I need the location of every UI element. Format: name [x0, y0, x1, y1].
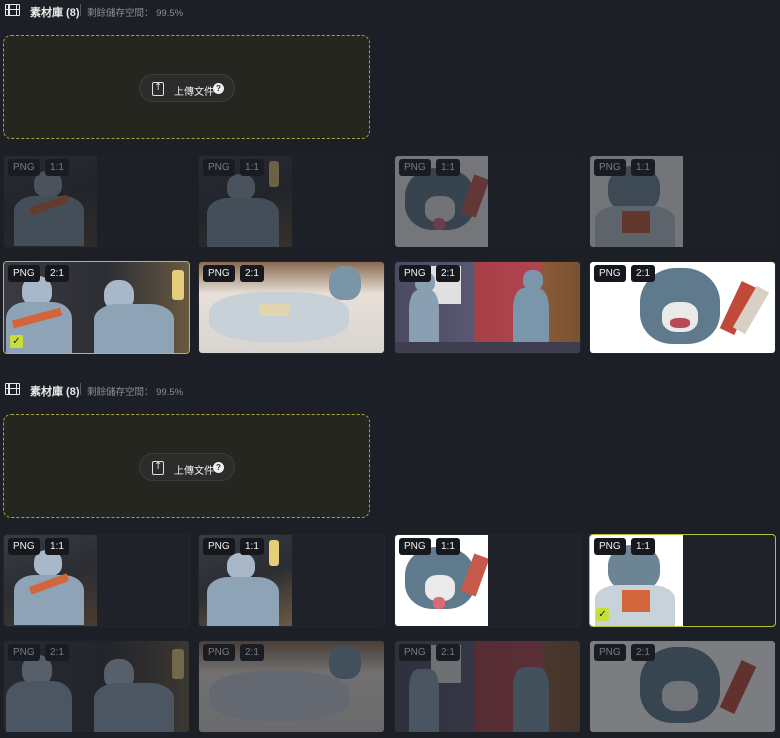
film-strip-icon [5, 4, 20, 16]
storage-remaining: 剩餘儲存空間： 99.5% [87, 387, 184, 398]
asset-card[interactable]: PNG 1:1 [3, 534, 190, 627]
format-badge: PNG [8, 644, 40, 661]
upload-label: 上傳文件 [174, 466, 214, 477]
asset-card[interactable]: PNG 1:1 [3, 155, 190, 248]
header-divider [80, 383, 81, 395]
asset-card[interactable]: PNG 2:1 [3, 640, 190, 733]
ratio-badge: 2:1 [631, 265, 655, 282]
ratio-badge: 1:1 [631, 538, 655, 555]
asset-card[interactable]: PNG 1:1 [198, 155, 385, 248]
format-badge: PNG [399, 265, 431, 282]
format-badge: PNG [8, 265, 40, 282]
format-badge: PNG [399, 159, 431, 176]
format-badge: PNG [203, 159, 235, 176]
ratio-badge: 1:1 [436, 159, 460, 176]
upload-file-button[interactable]: 上傳文件 ? [139, 74, 235, 102]
ratio-badge: 2:1 [436, 644, 460, 661]
ratio-badge: 2:1 [45, 644, 69, 661]
format-badge: PNG [203, 265, 235, 282]
asset-card[interactable]: PNG 2:1 [394, 640, 581, 733]
checkmark-icon[interactable]: ✓ [10, 335, 23, 348]
format-badge: PNG [594, 159, 626, 176]
asset-card[interactable]: PNG 2:1 [198, 640, 385, 733]
format-badge: PNG [399, 538, 431, 555]
ratio-badge: 1:1 [631, 159, 655, 176]
ratio-badge: 2:1 [240, 265, 264, 282]
library-header: 素材庫 (8) 剩餘儲存空間： 99.5% [0, 0, 780, 20]
asset-card[interactable]: PNG 1:1 [394, 155, 581, 248]
ratio-badge: 1:1 [45, 538, 69, 555]
format-badge: PNG [8, 538, 40, 555]
header-divider [80, 4, 81, 16]
library-section-1: 素材庫 (8) 剩餘儲存空間： 99.5% 上傳文件 ? PNG 1:1 PNG… [0, 0, 780, 378]
ratio-badge: 2:1 [45, 265, 69, 282]
upload-file-icon [152, 82, 164, 96]
format-badge: PNG [399, 644, 431, 661]
ratio-badge: 1:1 [436, 538, 460, 555]
asset-card[interactable]: PNG 1:1 [589, 155, 776, 248]
format-badge: PNG [594, 538, 626, 555]
ratio-badge: 2:1 [631, 644, 655, 661]
format-badge: PNG [8, 159, 40, 176]
library-title: 素材庫 (8) [30, 7, 80, 19]
ratio-badge: 1:1 [240, 159, 264, 176]
upload-dropzone[interactable]: 上傳文件 ? [3, 414, 370, 518]
asset-card[interactable]: PNG 1:1 [198, 534, 385, 627]
asset-card[interactable]: PNG 2:1 [394, 261, 581, 354]
checkmark-icon[interactable]: ✓ [596, 608, 609, 621]
help-circle-icon[interactable]: ? [213, 462, 224, 473]
format-badge: PNG [203, 644, 235, 661]
help-circle-icon[interactable]: ? [213, 83, 224, 94]
format-badge: PNG [203, 538, 235, 555]
storage-remaining: 剩餘儲存空間： 99.5% [87, 8, 184, 19]
upload-dropzone[interactable]: 上傳文件 ? [3, 35, 370, 139]
library-section-2: 素材庫 (8) 剩餘儲存空間： 99.5% 上傳文件 ? PNG 1:1 PNG… [0, 379, 780, 738]
ratio-badge: 2:1 [240, 644, 264, 661]
asset-card-selected[interactable]: PNG 2:1 ✓ [3, 261, 190, 354]
library-title: 素材庫 (8) [30, 386, 80, 398]
upload-file-button[interactable]: 上傳文件 ? [139, 453, 235, 481]
asset-card[interactable]: PNG 2:1 [589, 261, 776, 354]
format-badge: PNG [594, 644, 626, 661]
format-badge: PNG [594, 265, 626, 282]
film-strip-icon [5, 383, 20, 395]
asset-card-selected[interactable]: PNG 1:1 ✓ [589, 534, 776, 627]
upload-label: 上傳文件 [174, 87, 214, 98]
library-header: 素材庫 (8) 剩餘儲存空間： 99.5% [0, 379, 780, 399]
upload-file-icon [152, 461, 164, 475]
asset-card[interactable]: PNG 2:1 [589, 640, 776, 733]
asset-card[interactable]: PNG 2:1 [198, 261, 385, 354]
ratio-badge: 1:1 [45, 159, 69, 176]
ratio-badge: 1:1 [240, 538, 264, 555]
asset-card[interactable]: PNG 1:1 [394, 534, 581, 627]
ratio-badge: 2:1 [436, 265, 460, 282]
